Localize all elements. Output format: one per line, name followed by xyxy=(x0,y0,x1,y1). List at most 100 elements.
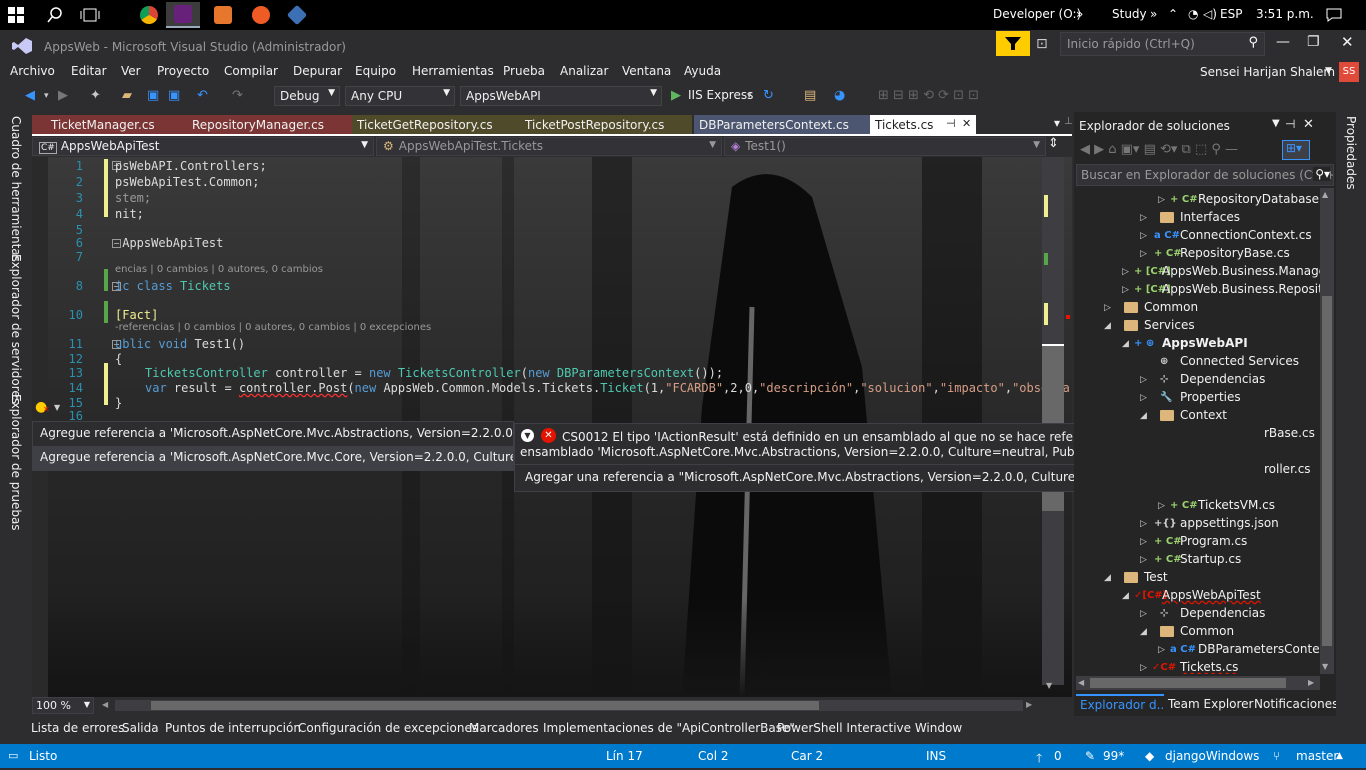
repository-name[interactable]: djangoWindows xyxy=(1165,749,1259,763)
search-icon[interactable] xyxy=(43,3,67,27)
type-select[interactable]: ⚙ AppsWebApiTest.Tickets ▼ xyxy=(376,137,722,156)
pin-icon[interactable]: ⊣ xyxy=(1285,117,1295,131)
repository-icon[interactable]: ◆ xyxy=(1145,749,1154,763)
pencil-icon[interactable]: ✎ xyxy=(1085,749,1095,763)
branch-name[interactable]: master xyxy=(1296,749,1338,763)
up-arrow-icon[interactable]: 🡑 xyxy=(1036,749,1042,770)
solution-configuration-select[interactable]: Debug ▼ xyxy=(274,86,340,106)
tab-exception-settings[interactable]: Configuración de excepciones xyxy=(298,721,478,735)
test-explorer-tab[interactable]: Explorador de pruebas xyxy=(9,394,23,531)
chevron-icon[interactable]: » xyxy=(1150,7,1157,21)
new-project-icon[interactable]: ✦ xyxy=(90,88,101,103)
tree-item-selected-file[interactable]: Tickets.cs xyxy=(1180,660,1238,674)
quick-launch-icon[interactable]: ⊡ xyxy=(1036,36,1048,52)
code-line[interactable]: psWebApiTest.Common; xyxy=(115,175,260,189)
menu-archivo[interactable]: Archivo xyxy=(10,64,55,78)
close-icon[interactable]: ✕ xyxy=(1303,117,1314,132)
tree-item[interactable]: Dependencias xyxy=(1180,606,1265,620)
tray-arrow-icon[interactable]: ⌃ xyxy=(1168,7,1178,21)
branch-icon[interactable]: ⑂ xyxy=(1273,749,1280,763)
tab-ticketmanager[interactable]: TicketManager.cs xyxy=(32,115,187,135)
code-line[interactable]: stem; xyxy=(115,191,151,205)
menu-analizar[interactable]: Analizar xyxy=(560,64,608,78)
language-label[interactable]: ESP xyxy=(1220,7,1242,21)
quick-launch-input[interactable]: Inicio rápido (Ctrl+Q) ⚲ xyxy=(1060,32,1265,56)
tab-scroll-icon[interactable]: ⊥ xyxy=(1064,116,1073,127)
undo-icon[interactable]: ↶ xyxy=(197,88,208,103)
tree-item[interactable]: Properties xyxy=(1180,390,1241,404)
code-line[interactable]: ublic void Test1() xyxy=(115,337,245,351)
run-target-button[interactable]: IIS Express xyxy=(688,88,753,102)
tab-team-explorer[interactable]: Team Explorer xyxy=(1168,697,1254,711)
play-icon[interactable]: ▶ xyxy=(671,88,681,103)
toolbar-disabled-icon[interactable]: ⊞ ⊟ ⊞ ⟲ ⟳ ⊡ ⊡ xyxy=(878,88,979,103)
tab-implementations[interactable]: Implementaciones de "ApiControllerBase" xyxy=(543,721,795,735)
code-line[interactable]: AppsWebApiTest xyxy=(115,236,223,250)
project-select[interactable]: C# AppsWebApiTest ▼ xyxy=(32,137,374,156)
menu-ver[interactable]: Ver xyxy=(121,64,141,78)
dropdown-icon[interactable]: ▾ xyxy=(747,91,752,101)
codelens-info[interactable]: -referencias | 0 cambios | 0 autores, 0 … xyxy=(115,322,431,333)
minimize-button[interactable]: — xyxy=(1276,34,1290,50)
close-icon[interactable]: ✕ xyxy=(962,117,971,130)
tree-item[interactable]: Program.cs xyxy=(1180,534,1247,548)
tab-output[interactable]: Salida xyxy=(122,721,159,735)
tree-item[interactable]: Connected Services xyxy=(1180,354,1299,368)
save-icon[interactable]: ▣ xyxy=(147,88,159,103)
menu-ayuda[interactable]: Ayuda xyxy=(684,64,721,78)
scroll-right-icon[interactable]: ▶ xyxy=(1308,678,1314,687)
pending-changes[interactable]: 99* xyxy=(1103,749,1124,763)
scroll-right-icon[interactable]: ▶ xyxy=(1026,700,1032,709)
navigate-back-icon[interactable]: ◀ xyxy=(25,88,35,103)
server-explorer-tab[interactable]: Explorador de servidores xyxy=(9,254,23,404)
vertical-scrollbar[interactable]: ▼ xyxy=(1042,157,1064,690)
scroll-down-icon[interactable]: ▼ xyxy=(1322,662,1328,671)
chevron-icon[interactable]: » xyxy=(1076,7,1083,21)
tab-tickets-active[interactable]: Tickets.cs ⊣ ✕ xyxy=(870,115,976,135)
sublime-icon[interactable] xyxy=(206,2,240,28)
tree-item[interactable]: DBParametersContext. xyxy=(1198,642,1320,656)
tab-repositorymanager[interactable]: RepositoryManager.cs xyxy=(187,115,352,135)
solution-tree[interactable]: ▷+ C#RepositoryDatabasePro ▷Interfaces ▷… xyxy=(1074,188,1320,674)
save-all-icon[interactable]: ▣ xyxy=(168,88,180,103)
menu-herramientas[interactable]: Herramientas xyxy=(412,64,494,78)
scrollbar-thumb[interactable] xyxy=(1322,296,1332,646)
zoom-select[interactable]: 100 % ▼ xyxy=(32,697,94,714)
visual-studio-icon[interactable] xyxy=(166,2,200,28)
menu-compilar[interactable]: Compilar xyxy=(224,64,278,78)
tab-notifications[interactable]: Notificaciones xyxy=(1254,697,1338,711)
quick-action-item[interactable]: Agregue referencia a 'Microsoft.AspNetCo… xyxy=(33,422,513,446)
tab-solution-explorer[interactable]: Explorador d... xyxy=(1076,694,1164,714)
menu-ventana[interactable]: Ventana xyxy=(622,64,671,78)
open-file-icon[interactable]: ▰ xyxy=(122,88,132,103)
se-vertical-scrollbar[interactable]: ▲ ▼ xyxy=(1320,188,1334,674)
properties-tab[interactable]: Propiedades xyxy=(1344,116,1358,190)
member-select[interactable]: ◈ Test1() ▼ xyxy=(724,137,1046,156)
menu-proyecto[interactable]: Proyecto xyxy=(157,64,209,78)
browser-link-icon[interactable]: ◕ xyxy=(834,88,845,103)
tree-item[interactable]: Startup.cs xyxy=(1180,552,1241,566)
feedback-flag-icon[interactable] xyxy=(996,31,1030,56)
windows-start-icon[interactable] xyxy=(4,3,28,27)
unpushed-commits[interactable]: 0 xyxy=(1054,749,1062,763)
tree-item-partial[interactable]: rBase.cs xyxy=(1264,426,1315,440)
tree-item[interactable]: Services xyxy=(1144,318,1195,332)
navigate-forward-icon[interactable]: ▶ xyxy=(58,88,68,103)
chrome-icon[interactable] xyxy=(132,2,166,28)
study-label[interactable]: Study xyxy=(1112,7,1147,21)
drive-label[interactable]: Developer (O:) xyxy=(993,7,1081,21)
task-view-icon[interactable] xyxy=(78,3,102,27)
tree-item[interactable]: ConnectionContext.cs xyxy=(1180,228,1312,242)
scrollbar-thumb[interactable] xyxy=(1090,678,1286,688)
tab-bookmarks[interactable]: Marcadores xyxy=(469,721,539,735)
tab-ticketgetrepository[interactable]: TicketGetRepository.cs xyxy=(352,115,520,135)
quick-action-item-selected[interactable]: Agregue referencia a 'Microsoft.AspNetCo… xyxy=(33,446,513,470)
code-line[interactable]: { xyxy=(115,352,122,366)
code-line[interactable]: TicketsController controller = new Ticke… xyxy=(145,366,723,380)
track-active-item-icon[interactable]: ⊞▾ xyxy=(1282,140,1310,160)
user-dropdown-icon[interactable]: ▼ xyxy=(1325,66,1332,76)
pin-icon[interactable]: ⊣ xyxy=(946,117,956,130)
tab-breakpoints[interactable]: Puntos de interrupción xyxy=(165,721,301,735)
volume-icon[interactable]: ◁) xyxy=(1203,7,1217,21)
tree-item[interactable]: AppsWeb.Business.Manager xyxy=(1162,264,1320,278)
